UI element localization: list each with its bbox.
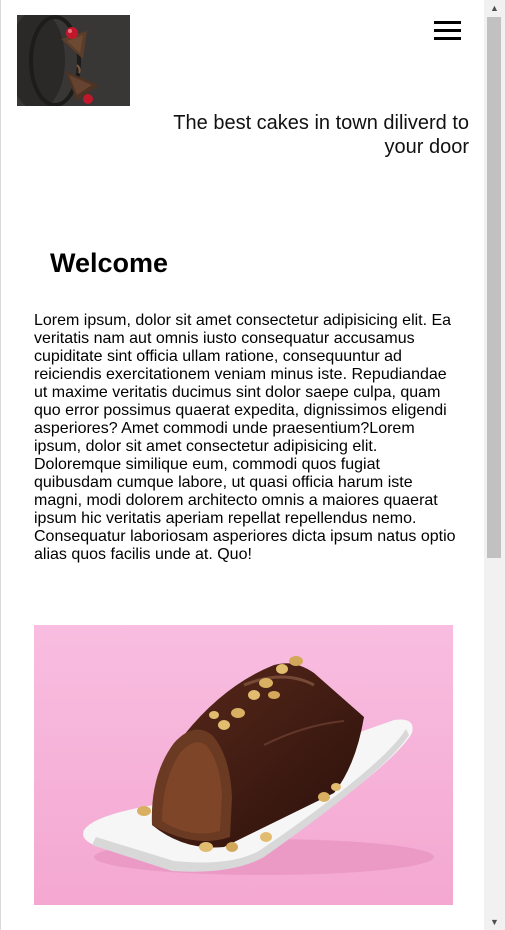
vertical-scrollbar[interactable]: ▲ ▼ xyxy=(484,0,505,930)
page-content: The best cakes in town diliverd to your … xyxy=(0,0,484,930)
welcome-heading: Welcome xyxy=(50,248,169,278)
logo-image[interactable] xyxy=(17,15,130,106)
scroll-up-arrow-icon[interactable]: ▲ xyxy=(484,0,505,16)
cake-photo xyxy=(34,625,453,905)
scroll-down-arrow-icon[interactable]: ▼ xyxy=(484,914,505,930)
scrollbar-thumb[interactable] xyxy=(487,17,501,558)
menu-bar xyxy=(434,21,461,24)
tagline: The best cakes in town diliverd to your … xyxy=(173,112,469,158)
menu-bar xyxy=(434,29,461,32)
hamburger-menu-icon[interactable] xyxy=(434,21,461,41)
intro-paragraph: Lorem ipsum, dolor sit amet consectetur … xyxy=(34,312,456,563)
menu-bar xyxy=(434,37,461,40)
